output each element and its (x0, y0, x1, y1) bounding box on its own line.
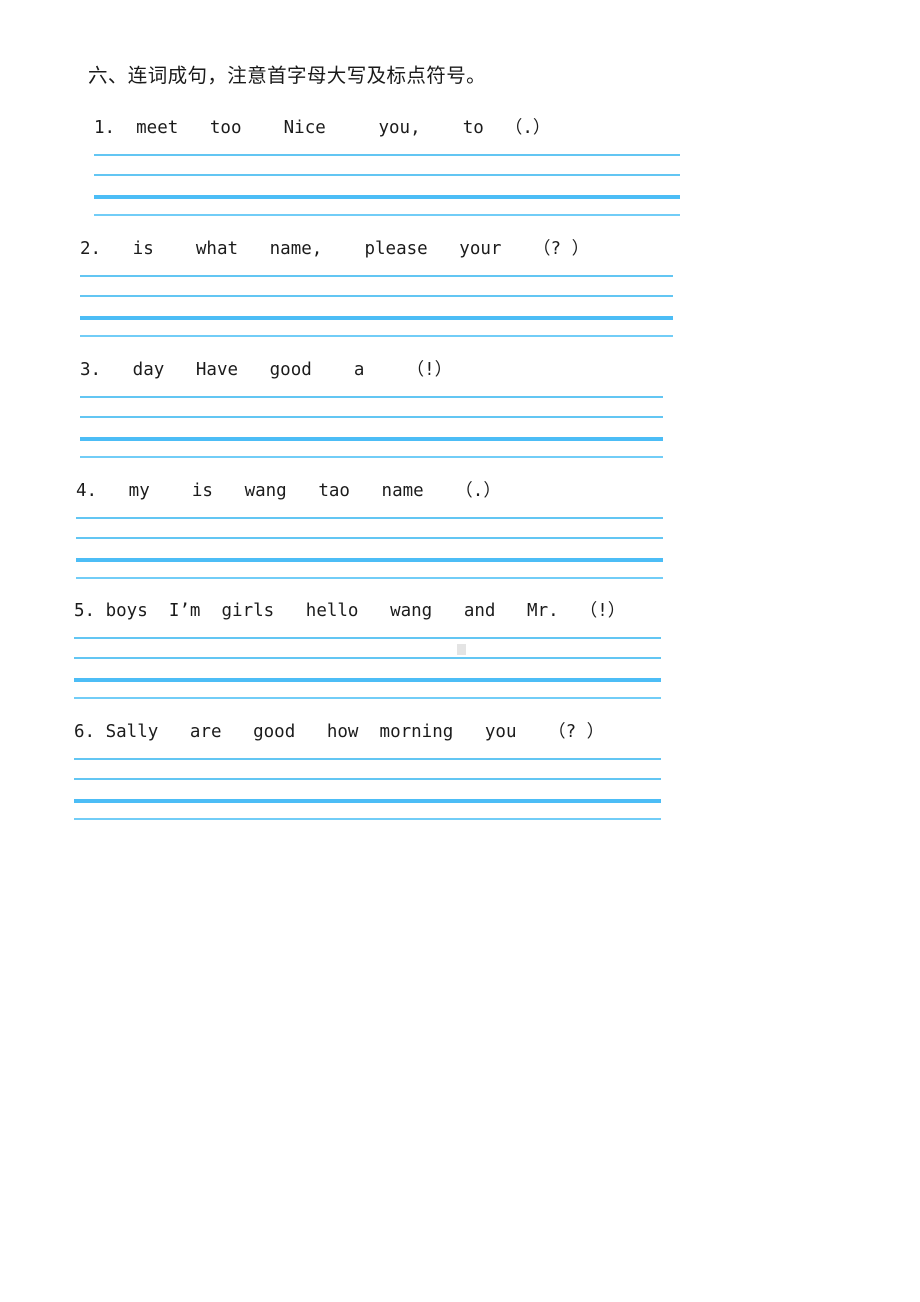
ruler-line-1 (74, 637, 661, 640)
ruler-line-1 (94, 154, 680, 157)
ruler-line-1 (80, 275, 673, 278)
ruler-line-1 (80, 396, 663, 399)
scan-artifact (457, 644, 466, 655)
ruler-line-4 (74, 818, 661, 821)
ruler-line-2 (80, 295, 673, 298)
ruler-line-2 (76, 537, 663, 540)
ruler-line-4 (76, 577, 663, 580)
ruler-line-3 (74, 678, 661, 682)
question-text-3: 3. day Have good a （!） (80, 360, 453, 380)
question-text-6: 6. Sally are good how morning you （? ） (74, 722, 605, 742)
ruler-line-3 (80, 437, 663, 441)
worksheet-page: 六、连词成句，注意首字母大写及标点符号。 1. meet too Nice yo… (0, 0, 920, 1302)
ruler-line-2 (74, 778, 661, 781)
ruler-line-3 (80, 316, 673, 320)
question-text-2: 2. is what name, please your （? ） (80, 239, 590, 259)
ruler-line-4 (80, 456, 663, 459)
ruler-line-2 (80, 416, 663, 419)
ruler-line-1 (76, 517, 663, 520)
ruler-line-4 (74, 697, 661, 700)
section-heading: 六、连词成句，注意首字母大写及标点符号。 (88, 64, 487, 87)
ruler-line-4 (94, 214, 680, 217)
ruler-line-4 (80, 335, 673, 338)
question-text-1: 1. meet too Nice you, to （.） (94, 118, 551, 138)
ruler-line-3 (76, 558, 663, 562)
question-text-5: 5. boys I’m girls hello wang and Mr. （!） (74, 601, 626, 621)
ruler-line-3 (94, 195, 680, 199)
ruler-line-1 (74, 758, 661, 761)
question-text-4: 4. my is wang tao name （.） (76, 481, 501, 501)
ruler-line-2 (74, 657, 661, 660)
ruler-line-2 (94, 174, 680, 177)
ruler-line-3 (74, 799, 661, 803)
